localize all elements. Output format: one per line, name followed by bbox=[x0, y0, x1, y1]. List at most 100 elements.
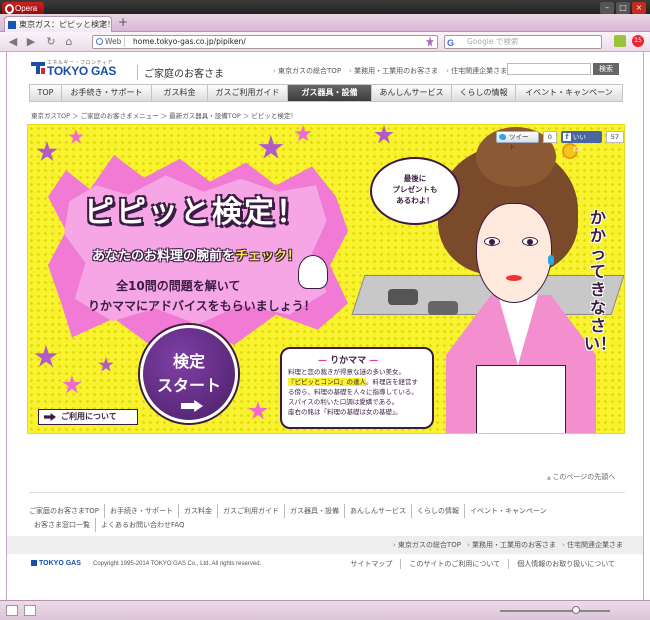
top-link-housing[interactable]: 住宅関連企業さま bbox=[446, 66, 507, 76]
extension-icon[interactable] bbox=[614, 35, 626, 47]
profile-line5: 座右の銘は「料理の基礎は女の基礎」。 bbox=[288, 408, 402, 416]
subtitle-highlight: チェック！ bbox=[235, 249, 301, 264]
footer-bar-link-business[interactable]: 業務用・工業用のお客さま bbox=[467, 540, 556, 550]
profile-line3: る傍ら、料理の基礎を人々に指導している。 bbox=[288, 388, 418, 396]
home-button[interactable]: ⌂ bbox=[62, 35, 76, 49]
nav-item-safety[interactable]: あんしんサービス bbox=[372, 85, 452, 101]
legal-link-terms[interactable]: このサイトのご利用について bbox=[409, 559, 510, 569]
tweet-button[interactable]: ツイート bbox=[496, 131, 539, 151]
web-chip-label: Web bbox=[105, 37, 122, 46]
quiz-banner: ピピッと検定！ あなたのお料理の腕前をチェック！ 全10問の問題を解いて りかマ… bbox=[27, 124, 625, 434]
nav-item-events[interactable]: イベント・キャンペーン bbox=[516, 85, 622, 101]
nav-item-equipment[interactable]: ガス器具・設備 bbox=[288, 85, 372, 101]
usage-info-button[interactable]: ご利用について bbox=[38, 409, 138, 425]
top-link-corporate[interactable]: 東京ガスの総合TOP bbox=[273, 66, 341, 76]
character-eye-right bbox=[522, 237, 538, 246]
opera-logo-icon bbox=[5, 4, 14, 14]
start-arrow-icon bbox=[181, 400, 203, 412]
minimize-icon[interactable]: – bbox=[600, 2, 614, 14]
footer-link-home[interactable]: ご家庭のお客さまTOP bbox=[29, 504, 106, 518]
breadcrumb[interactable]: 東京ガスTOP ＞ ご家庭のお客さまメニュー ＞ 最新ガス器具・設備TOP ＞ … bbox=[31, 110, 297, 120]
profile-highlight: 『ピピッとコンロ』の達人 bbox=[288, 378, 366, 386]
speech-line3: あるわよ！ bbox=[396, 196, 434, 205]
footer-bar-link-housing[interactable]: 住宅関連企業さま bbox=[562, 540, 623, 550]
footer-bar-link-corporate[interactable]: 東京ガスの総合TOP bbox=[393, 540, 461, 550]
profile-line4: スパイスの利いた口調は愛嬌である。 bbox=[288, 398, 399, 406]
top-links: 東京ガスの総合TOP 業務用・工業用のお客さま 住宅関連企業さま bbox=[273, 66, 507, 76]
nav-item-support[interactable]: お手続き・サポート bbox=[62, 85, 152, 101]
profile-line2-rest: 。料理店を経営す bbox=[366, 378, 418, 386]
legal-link-privacy[interactable]: 個人情報のお取り扱いについて bbox=[517, 559, 623, 569]
zoom-slider-handle[interactable] bbox=[572, 606, 580, 614]
extension-badge[interactable]: 15 bbox=[632, 35, 644, 47]
like-count: 57 bbox=[605, 131, 624, 143]
footer-link-guide[interactable]: ガスご利用ガイド bbox=[218, 504, 286, 518]
character-lips bbox=[506, 275, 522, 281]
footer-link-equipment[interactable]: ガス器具・設備 bbox=[285, 504, 346, 518]
new-tab-button[interactable]: + bbox=[116, 16, 130, 30]
tab-close-icon[interactable]: × bbox=[100, 17, 108, 32]
nav-item-guide[interactable]: ガスご利用ガイド bbox=[208, 85, 288, 101]
tab-tokyo-gas[interactable]: 東京ガス：ピピッと検定！ × bbox=[4, 16, 112, 32]
nav-item-gas-fee[interactable]: ガス料金 bbox=[152, 85, 208, 101]
web-chip[interactable]: Web bbox=[95, 37, 126, 47]
character-apron bbox=[476, 365, 566, 433]
google-icon[interactable]: G bbox=[447, 37, 454, 49]
facebook-like-button[interactable]: f いいね！ bbox=[560, 131, 602, 153]
address-bar[interactable]: Web home.tokyo-gas.co.jp/pipiken/ ☆ bbox=[92, 35, 438, 49]
banner-desc-line1: 全10問の問題を解いて bbox=[116, 279, 241, 293]
forward-button[interactable]: ▶ bbox=[24, 35, 38, 49]
profile-name: りかママ bbox=[318, 353, 378, 366]
maximize-icon[interactable]: □ bbox=[616, 2, 630, 14]
profile-line2: 『ピピッとコンロ』の達人。料理店を経営す bbox=[288, 377, 430, 387]
footer-link-support[interactable]: お手続き・サポート bbox=[105, 504, 180, 518]
footer-link-events[interactable]: イベント・キャンペーン bbox=[465, 504, 552, 518]
panel-toggle-icon[interactable] bbox=[6, 605, 18, 616]
tokyo-gas-logo-icon[interactable] bbox=[31, 62, 45, 74]
copyright-text: Copyright 1995-2014 TOKYO GAS Co., Ltd. … bbox=[93, 561, 262, 567]
page-viewport: エネルギー・フロンティア TOKYO GAS ご家庭のお客さま 東京ガスの総合T… bbox=[6, 52, 644, 600]
search-placeholder: Google で検索 bbox=[467, 37, 519, 46]
close-window-icon[interactable]: × bbox=[632, 2, 646, 14]
character-eye-left bbox=[484, 237, 500, 246]
logo-text[interactable]: TOKYO GAS bbox=[47, 64, 116, 78]
footer-link-life[interactable]: くらしの情報 bbox=[412, 504, 466, 518]
footer-link-faq[interactable]: よくあるお問い合わせFAQ bbox=[96, 518, 190, 532]
page-top-link[interactable]: このページの先頭へ bbox=[547, 472, 615, 482]
site-name: ご家庭のお客さま bbox=[137, 65, 224, 80]
subtitle-text: あなたのお料理の腕前を bbox=[92, 249, 236, 264]
footer-links: ご家庭のお客さまTOP お手続き・サポート ガス料金 ガスご利用ガイド ガス器具・設備あ… bbox=[29, 504, 619, 532]
legal-link-sitemap[interactable]: サイトマップ bbox=[350, 559, 402, 569]
zoom-slider[interactable] bbox=[500, 610, 610, 612]
footer-link-contact[interactable]: お客さま窓口一覧 bbox=[29, 518, 96, 532]
facebook-icon: f bbox=[562, 133, 571, 141]
top-link-business[interactable]: 業務用・工業用のお客さま bbox=[349, 66, 438, 76]
nav-item-top[interactable]: TOP bbox=[30, 85, 62, 101]
footer-logo[interactable]: TOKYO GAS bbox=[31, 560, 81, 567]
banner-desc-line2: りかママにアドバイスをもらいましょう！ bbox=[88, 299, 316, 313]
globe-icon bbox=[96, 38, 103, 45]
earring-icon bbox=[548, 255, 554, 265]
site-header: エネルギー・フロンティア TOKYO GAS ご家庭のお客さま 東京ガスの総合T… bbox=[7, 52, 627, 84]
social-buttons: ツイート 0 f いいね！ 57 bbox=[496, 131, 624, 153]
status-bar bbox=[0, 600, 650, 620]
nav-item-life[interactable]: くらしの情報 bbox=[452, 85, 516, 101]
legal-links: サイトマップ このサイトのご利用について 個人情報のお取り扱いについて bbox=[350, 559, 623, 569]
favicon-icon bbox=[8, 21, 16, 29]
footer-link-safety[interactable]: あんしんサービス bbox=[345, 504, 413, 518]
footer-bottom: TOKYO GAS Copyright 1995-2014 TOKYO GAS … bbox=[7, 554, 643, 574]
reload-button[interactable]: ↻ bbox=[44, 35, 58, 49]
site-search-button[interactable]: 検索 bbox=[593, 63, 619, 75]
global-nav: TOP お手続き・サポート ガス料金 ガスご利用ガイド ガス器具・設備 あんしん… bbox=[29, 84, 623, 102]
usage-info-label: ご利用について bbox=[61, 412, 117, 421]
search-box[interactable]: G Google で検索 bbox=[444, 35, 602, 49]
site-search-input[interactable] bbox=[507, 63, 591, 75]
tweet-count: 0 bbox=[542, 131, 557, 143]
profile-description: 料理と恋の裁きが得意な謎の多い美女。 『ピピッとコンロ』の達人。料理店を経営す … bbox=[288, 367, 430, 417]
bookmark-star-icon[interactable]: ☆ bbox=[426, 36, 434, 47]
footer-link-gas-fee[interactable]: ガス料金 bbox=[179, 504, 219, 518]
back-button[interactable]: ◀ bbox=[6, 35, 20, 49]
quiz-start-button[interactable]: 検定 スタート bbox=[140, 325, 238, 423]
speed-dial-icon[interactable] bbox=[24, 605, 36, 616]
speech-bubble: 最後に プレゼントも あるわよ！ bbox=[370, 157, 460, 225]
